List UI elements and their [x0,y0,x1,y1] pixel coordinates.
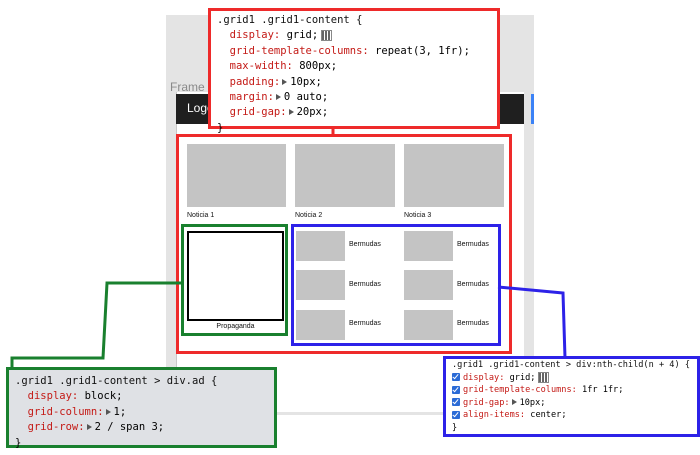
css-close-brace: } [15,436,22,449]
css-declaration: display: block; [27,390,123,403]
css-close-brace: } [217,121,224,134]
css-selector: .grid1 .grid1-content > div.ad { [15,375,218,387]
expand-triangle-icon[interactable] [86,424,92,431]
grid-badge-icon[interactable] [321,29,333,41]
green-connector [10,281,183,370]
css-declaration: margin: 0 auto; [229,91,329,104]
expand-triangle-icon[interactable] [511,398,517,405]
grid-badge-icon[interactable] [538,371,550,383]
css-declaration: grid-gap: 20px; [229,106,329,119]
checkbox-icon[interactable] [452,373,460,381]
expand-triangle-icon[interactable] [105,408,111,415]
css-rule-nth-child: .grid1 .grid1-content > div:nth-child(n … [443,356,700,437]
checkbox-icon[interactable] [452,385,460,394]
checkbox-icon[interactable] [452,398,460,406]
css-declaration: max-width: 800px; [229,60,338,73]
css-rule-ad: .grid1 .grid1-content > div.ad { display… [6,367,277,449]
checkbox-icon[interactable] [452,410,460,419]
expand-triangle-icon[interactable] [282,78,288,85]
blue-connector [497,285,567,359]
css-declaration: grid-template-columns: repeat(3, 1fr); [229,44,470,57]
css-declaration: align-items: center; [452,409,691,422]
css-declaration: grid-row: 2 / span 3; [27,421,165,434]
css-declaration: grid-column: 1; [27,405,127,418]
css-declaration: display: grid; [217,28,491,43]
css-declaration: grid-gap: 10px; [452,397,691,410]
css-rule-grid-content: .grid1 .grid1-content { display: grid; g… [208,8,500,134]
css-selector: .grid1 .grid1-content { [217,14,363,26]
expand-triangle-icon[interactable] [275,94,281,101]
css-close-brace: } [452,422,458,433]
css-selector: .grid1 .grid1-content > div:nth-child(n … [452,360,690,370]
css-declaration: padding: 10px; [229,75,322,88]
expand-triangle-icon[interactable] [288,109,294,116]
css-declaration: grid-template-columns: 1fr 1fr; [452,384,691,397]
css-declaration: display: grid; [452,371,691,385]
